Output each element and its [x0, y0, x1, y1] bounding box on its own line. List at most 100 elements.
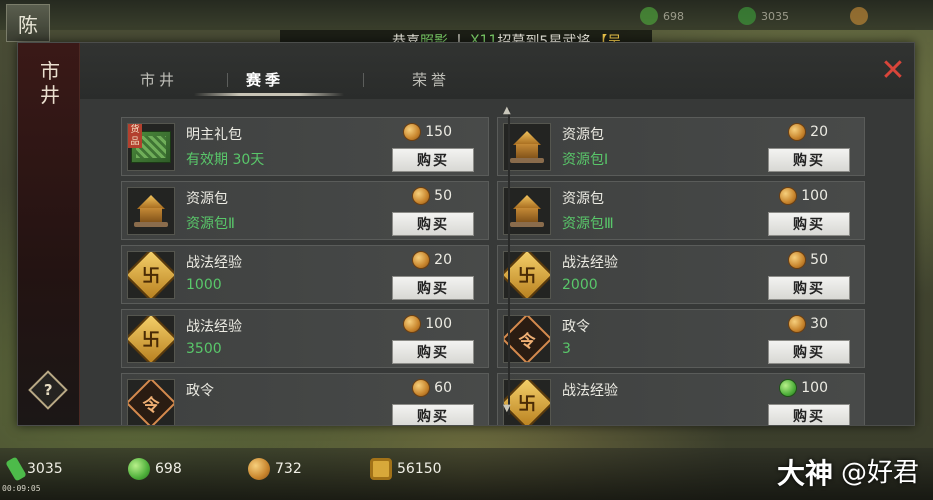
item-detail: 资源包Ⅰ	[562, 152, 609, 168]
watermark: 大神 @好君	[776, 457, 919, 490]
item-name: 政令	[562, 319, 590, 335]
resource-pack-icon	[503, 123, 551, 171]
item-detail: 有效期 30天	[186, 152, 265, 168]
item-price: 100	[779, 187, 828, 205]
copper-coin-icon	[370, 458, 392, 480]
item-detail: 2000	[562, 277, 598, 293]
close-button[interactable]: ✕	[880, 56, 906, 86]
gold-coin-icon	[248, 458, 270, 480]
top-status-strip	[0, 0, 933, 30]
gold-coin-icon	[788, 315, 807, 333]
top-resource-bamboo: 3035	[738, 6, 789, 26]
question-icon: ?	[43, 380, 53, 399]
item-name: 战法经验	[186, 319, 242, 335]
buy-button[interactable]: 购买	[768, 212, 850, 236]
resource-pack-icon	[503, 187, 551, 235]
shop-item-card: 资源包 资源包Ⅰ 20 购买	[497, 117, 865, 176]
jade-icon	[640, 7, 658, 25]
skill-exp-icon: 卐	[503, 379, 551, 425]
jade-icon	[779, 379, 798, 397]
item-name: 战法经验	[186, 255, 242, 271]
buy-button[interactable]: 购买	[392, 148, 474, 172]
tab-divider	[227, 73, 228, 87]
tab-divider	[363, 73, 364, 87]
item-price: 150	[403, 123, 452, 141]
resource-jade: 698	[128, 458, 182, 480]
shop-item-card: 卐 战法经验 1000 20 购买	[121, 245, 489, 304]
gold-coin-icon	[403, 315, 422, 333]
shop-item-card: 令 政令 3 30 购买	[497, 309, 865, 368]
item-price: 50	[412, 187, 452, 205]
tab-season[interactable]: 赛季	[246, 69, 284, 90]
gold-coin-icon	[412, 187, 431, 205]
gold-coin-icon	[850, 7, 868, 25]
buy-button[interactable]: 购买	[768, 340, 850, 364]
item-detail: 资源包Ⅲ	[562, 216, 614, 232]
shop-item-card: 货品 明主礼包 有效期 30天 150 购买	[121, 117, 489, 176]
resource-copper: 56150	[370, 458, 442, 480]
gold-coin-icon	[412, 379, 431, 397]
item-detail: 资源包Ⅱ	[186, 216, 235, 232]
gift-pack-icon: 货品	[127, 123, 175, 171]
shop-grid: 货品 明主礼包 有效期 30天 150 购买 资源包 资源包Ⅰ 20 购买 资源…	[121, 117, 865, 425]
player-badge[interactable]: 陈	[6, 4, 50, 42]
item-price: 50	[788, 251, 828, 269]
tab-bar: 市井 赛季 荣誉 ✕	[80, 43, 914, 99]
help-button[interactable]: ?	[28, 370, 68, 410]
shop-item-card: 卐 战法经验 2000 50 购买	[497, 245, 865, 304]
shop-content: 货品 明主礼包 有效期 30天 150 购买 资源包 资源包Ⅰ 20 购买 资源…	[80, 99, 914, 425]
item-name: 资源包	[562, 191, 604, 207]
decree-icon: 令	[127, 379, 175, 425]
shop-item-card: 资源包 资源包Ⅱ 50 购买	[121, 181, 489, 240]
decree-icon: 令	[503, 315, 551, 363]
bamboo-icon	[738, 7, 756, 25]
side-title: 市井	[40, 59, 60, 107]
item-price: 60	[412, 379, 452, 397]
buy-button[interactable]: 购买	[768, 404, 850, 425]
gold-coin-icon	[412, 251, 431, 269]
buy-button[interactable]: 购买	[392, 276, 474, 300]
buy-button[interactable]: 购买	[768, 276, 850, 300]
active-tab-indicator	[194, 93, 344, 96]
top-resource-jade: 698	[640, 6, 684, 26]
goods-tag: 货品	[128, 124, 142, 148]
skill-exp-icon: 卐	[127, 251, 175, 299]
skill-exp-icon: 卐	[503, 251, 551, 299]
skill-exp-icon: 卐	[127, 315, 175, 363]
tab-honor[interactable]: 荣誉	[412, 69, 450, 90]
gold-coin-icon	[403, 123, 422, 141]
shop-item-card: 卐 战法经验 3500 100 购买	[121, 309, 489, 368]
item-name: 战法经验	[562, 383, 618, 399]
buy-button[interactable]: 购买	[392, 340, 474, 364]
item-name: 明主礼包	[186, 127, 242, 143]
top-resource-gold	[850, 6, 868, 26]
jade-icon	[128, 458, 150, 480]
tab-market[interactable]: 市井	[140, 69, 178, 90]
shop-panel: 市井 ? 市井 赛季 荣誉 ✕ 货品 明主礼包 有效期 30天 150 购买 资…	[17, 42, 915, 426]
resource-gold: 732	[248, 458, 302, 480]
item-price: 20	[788, 123, 828, 141]
item-name: 战法经验	[562, 255, 618, 271]
item-price: 30	[788, 315, 828, 333]
shop-item-card: 卐 战法经验 100 购买	[497, 373, 865, 425]
item-price: 20	[412, 251, 452, 269]
buy-button[interactable]: 购买	[392, 212, 474, 236]
scroll-up-icon[interactable]: ▲	[503, 105, 511, 116]
scroll-down-icon[interactable]: ▼	[503, 403, 511, 414]
shop-item-card: 资源包 资源包Ⅲ 100 购买	[497, 181, 865, 240]
gold-coin-icon	[788, 123, 807, 141]
item-detail: 3	[562, 341, 571, 357]
resource-bamboo: 3035	[5, 456, 63, 482]
side-panel: 市井 ?	[18, 43, 80, 425]
buy-button[interactable]: 购买	[392, 404, 474, 425]
item-price: 100	[779, 379, 828, 397]
item-name: 资源包	[562, 127, 604, 143]
scrollbar[interactable]	[508, 109, 510, 415]
item-name: 政令	[186, 383, 214, 399]
item-detail: 3500	[186, 341, 222, 357]
session-timer: 00:09:05	[2, 484, 41, 493]
buy-button[interactable]: 购买	[768, 148, 850, 172]
item-name: 资源包	[186, 191, 228, 207]
resource-pack-icon	[127, 187, 175, 235]
item-detail: 1000	[186, 277, 222, 293]
